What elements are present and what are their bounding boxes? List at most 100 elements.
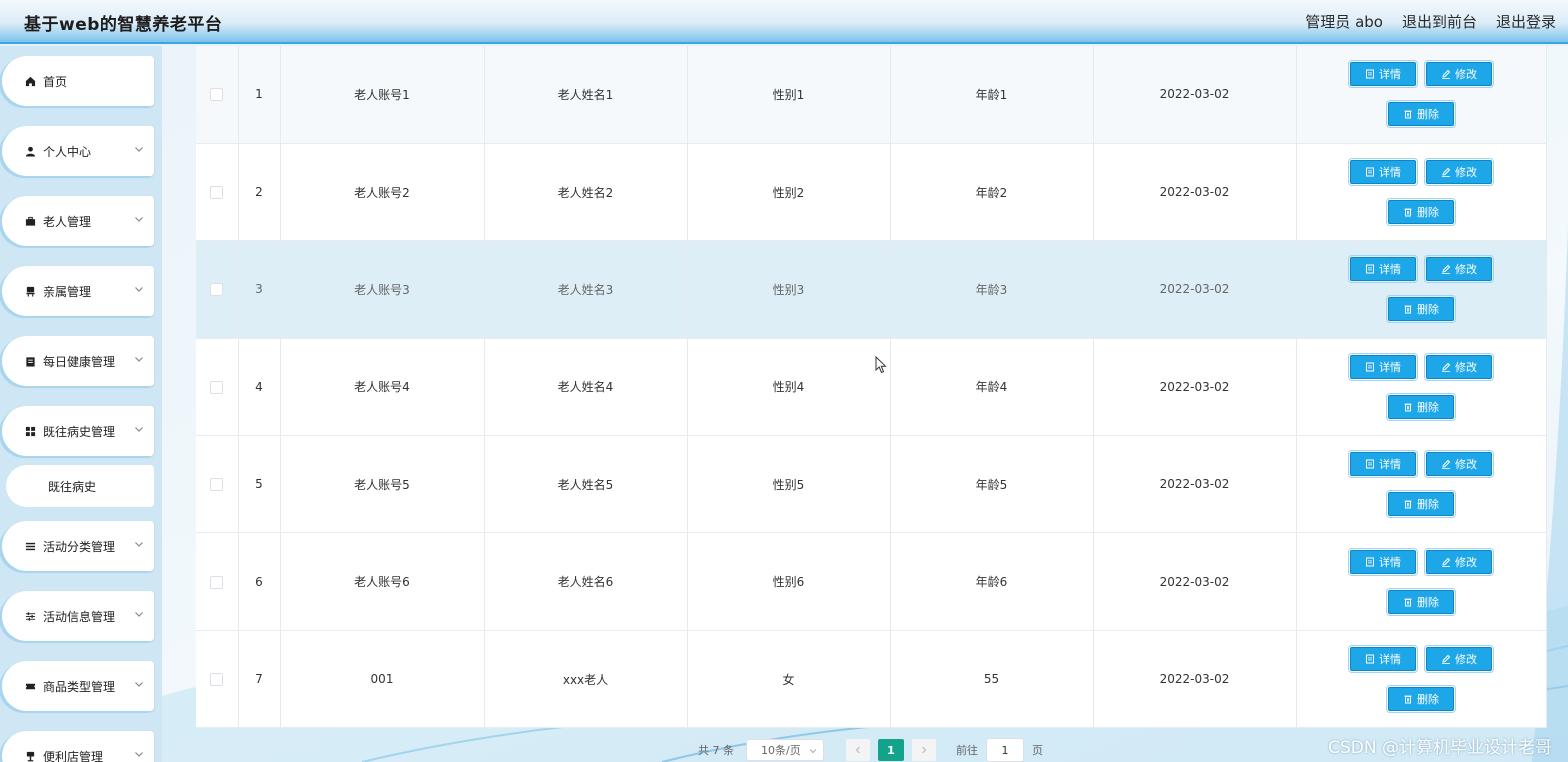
row-checkbox[interactable] [210,186,224,200]
pagination-total: 共 7 条 [698,744,734,757]
row-checkbox[interactable] [210,88,224,102]
goto-page-input[interactable]: 1 [986,738,1024,762]
sidebar-item-elder-management[interactable]: 老人管理 [2,196,154,246]
actions-cell: 详情 修改删除 [1296,338,1547,437]
gender-cell: 性别4 [687,338,891,437]
delete-icon [1404,306,1412,314]
table-row[interactable]: 7 001 xxx老人女 55 2022-03-02 详情 修改 删除 [196,630,1547,729]
index-cell: 2 [238,143,281,242]
next-page-button[interactable] [912,739,936,761]
actions-cell: 详情 修改删除 [1296,630,1547,729]
actions-cell: 详情 修改删除 [1296,46,1547,144]
edit-button-label: 修改 [1455,360,1477,374]
sidebar-item-activity-info[interactable]: 活动信息管理 [2,591,154,641]
row-checkbox[interactable] [210,478,224,492]
delete-button[interactable]: 删除 [1386,587,1456,616]
age-cell: 年龄4 [890,338,1094,437]
table-row[interactable]: 1 老人账号1 老人姓名1 性别1 年龄1 2022-03-02 详情 修改 删除 [196,46,1547,144]
submenu-item-label: 既往病史 [48,479,97,494]
edit-button[interactable]: 修改 [1424,158,1494,187]
account-cell: 001 [280,630,485,729]
logout-link[interactable]: 退出登录 [1496,11,1556,32]
chevron-down-icon [135,287,143,292]
row-actions: 详情 修改删除 [1297,352,1546,421]
delete-button[interactable]: 删除 [1386,685,1456,714]
sidebar-item-convenience-store[interactable]: 便利店管理 [2,731,154,762]
edit-button-label: 修改 [1455,653,1477,667]
sidebar-item-product-type[interactable]: 商品类型管理 [2,661,154,711]
sidebar-item-label: 首页 [43,74,68,89]
edit-button[interactable]: 修改 [1424,60,1494,89]
sidebar-item-daily-health[interactable]: 每日健康管理 [2,336,154,386]
edit-button[interactable]: 修改 [1424,547,1494,576]
date-cell: 2022-03-02 [1093,338,1297,437]
sidebar-item-relative-management[interactable]: 亲属管理 [2,266,154,316]
delete-button[interactable]: 删除 [1386,295,1456,324]
actions-cell: 详情 修改删除 [1296,532,1547,631]
delete-button[interactable]: 删除 [1386,100,1456,129]
table-row[interactable]: 2 老人账号2 老人姓名2 性别2 年龄2 2022-03-02 详情 修改 删除 [196,143,1547,242]
detail-button[interactable]: 详情 [1348,158,1418,187]
delete-button[interactable]: 删除 [1386,490,1456,519]
row-checkbox[interactable] [210,673,224,687]
document-icon [1366,654,1374,664]
edit-button[interactable]: 修改 [1424,255,1494,284]
row-checkbox[interactable] [210,380,224,394]
detail-button[interactable]: 详情 [1348,450,1418,479]
date-cell: 2022-03-02 [1093,46,1297,144]
row-checkbox-cell [196,532,239,631]
detail-button[interactable]: 详情 [1348,352,1418,381]
page-size-select[interactable]: 10条/页 [746,739,824,761]
row-actions: 详情 修改删除 [1297,255,1546,324]
table-row[interactable]: 5 老人账号5 老人姓名5 性别5 年龄5 2022-03-02 详情 修改 删除 [196,435,1547,534]
row-checkbox-cell [196,338,239,437]
actions-cell: 详情 修改删除 [1296,143,1547,242]
age-cell: 年龄2 [890,143,1094,242]
detail-button[interactable]: 详情 [1348,645,1418,674]
name-cell: 老人姓名3 [484,240,688,339]
delete-icon [1404,500,1412,509]
app-title: 基于web的智慧养老平台 [24,15,223,35]
edit-button[interactable]: 修改 [1424,645,1494,674]
table-row[interactable]: 3 老人账号3 老人姓名3 性别3 年龄3 2022-03-02 详情 修改 删除 [196,240,1547,339]
prev-page-button[interactable] [846,739,870,761]
row-checkbox-cell [196,240,239,339]
document-icon [1366,362,1374,372]
submenu-item-medical-history[interactable]: 既往病史 [6,465,154,507]
chevron-down-icon [135,147,143,152]
delete-icon [1404,598,1412,607]
row-checkbox[interactable] [210,575,224,589]
gender-cell: 女 [687,630,891,729]
detail-button[interactable]: 详情 [1348,547,1418,576]
table-row[interactable]: 4 老人账号4 老人姓名4 性别4 年龄4 2022-03-02 详情 修改 删除 [196,338,1547,437]
row-checkbox-cell [196,435,239,534]
date-cell: 2022-03-02 [1093,240,1297,339]
sidebar-item-label: 亲属管理 [43,284,92,299]
index-cell: 6 [238,532,281,631]
sidebar-item-activity-category[interactable]: 活动分类管理 [2,521,154,571]
age-cell: 年龄3 [890,240,1094,339]
back-to-frontend-link[interactable]: 退出到前台 [1402,11,1477,32]
admin-user-link[interactable]: 管理员 abo [1305,11,1383,32]
sidebar-item-medical-history-management[interactable]: 既往病史管理 [2,406,154,456]
page-size-value: 10条/页 [761,744,801,757]
edit-button[interactable]: 修改 [1424,352,1494,381]
account-cell: 老人账号2 [280,143,485,242]
detail-button[interactable]: 详情 [1348,255,1418,284]
chevron-down-icon [135,682,143,687]
delete-button[interactable]: 删除 [1386,392,1456,421]
sidebar-item-personal-center[interactable]: 个人中心 [2,126,154,176]
sidebar-item-home[interactable]: 首页 [2,56,154,106]
table-row[interactable]: 6 老人账号6 老人姓名6 性别6 年龄6 2022-03-02 详情 修改 删除 [196,532,1547,631]
row-checkbox[interactable] [210,283,224,297]
delete-button[interactable]: 删除 [1386,198,1456,227]
delete-button-label: 删除 [1417,206,1439,220]
index-cell: 1 [238,46,281,144]
account-cell: 老人账号1 [280,46,485,144]
detail-button[interactable]: 详情 [1348,60,1418,89]
user-icon [24,145,36,157]
list-icon [24,540,36,552]
edit-icon [1442,654,1451,664]
edit-button[interactable]: 修改 [1424,450,1494,479]
page-number-current[interactable]: 1 [878,739,904,761]
